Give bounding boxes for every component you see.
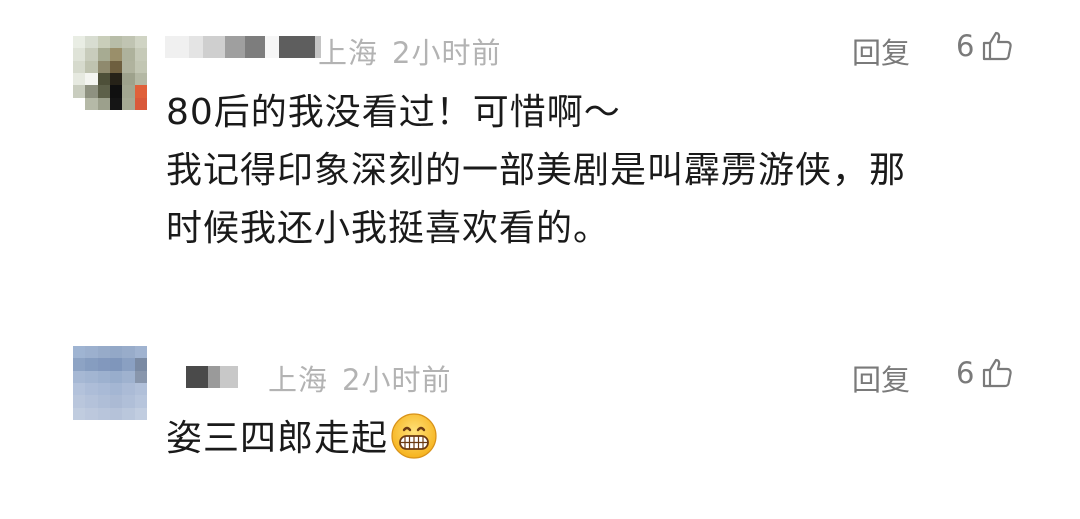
- username-redacted[interactable]: [178, 362, 238, 392]
- comment-line: 80后的我没看过！可惜啊～: [166, 92, 621, 133]
- location-text: 上海: [318, 36, 379, 70]
- comment-line: 时候我还小我挺喜欢看的。: [166, 208, 611, 249]
- comment-line: 我记得印象深刻的一部美剧是叫霹雳游侠，那: [166, 150, 907, 191]
- reply-button[interactable]: 回复: [852, 30, 910, 72]
- comment-text: 姿三四郎走起: [166, 410, 1026, 468]
- comment-item: 上海 2小时前 回复 6 80后的我没看过！可惜啊～ 我记得印象深刻的一部美剧是叫…: [0, 0, 1080, 300]
- location-text: 上海: [268, 363, 329, 397]
- like-count: 6: [956, 29, 975, 63]
- timestamp-text: 2小时前: [392, 36, 502, 70]
- like-button[interactable]: 6: [956, 29, 1014, 63]
- username-redacted[interactable]: [165, 32, 321, 62]
- comment-line: 姿三四郎走起: [166, 410, 1026, 468]
- thumbs-up-icon: [983, 31, 1013, 61]
- grinning-face-emoji: [391, 413, 437, 459]
- like-button[interactable]: 6: [956, 356, 1014, 390]
- comment-text: 80后的我没看过！可惜啊～ 我记得印象深刻的一部美剧是叫霹雳游侠，那 时候我还小…: [166, 84, 1026, 258]
- reply-button[interactable]: 回复: [852, 357, 910, 399]
- avatar[interactable]: [73, 36, 147, 110]
- like-count: 6: [956, 356, 975, 390]
- comment-meta: 上海 2小时前: [268, 357, 451, 399]
- comment-line-text: 姿三四郎走起: [166, 418, 389, 459]
- thumbs-up-icon: [983, 358, 1013, 388]
- timestamp-text: 2小时前: [342, 363, 452, 397]
- comment-meta: 上海 2小时前: [318, 30, 501, 72]
- comment-item: 上海 2小时前 回复 6 姿三四郎走起: [0, 330, 1080, 490]
- avatar[interactable]: [73, 346, 147, 420]
